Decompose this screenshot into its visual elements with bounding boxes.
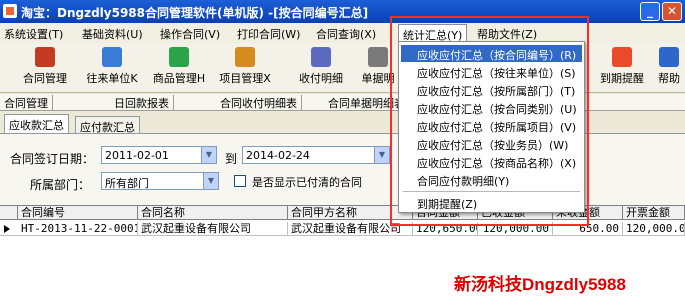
partner-unit-label: 往来单位K <box>86 72 138 85</box>
row-pointer-icon <box>4 225 10 233</box>
document-detail-icon <box>368 47 388 67</box>
watermark-text: 新汤科技Dngzdly5988 <box>454 275 626 294</box>
date-from-value: 2011-02-01 <box>105 149 169 162</box>
partner-unit-icon <box>102 47 122 67</box>
chevron-down-icon[interactable]: ▼ <box>201 147 216 163</box>
goods-manage-button[interactable]: 商品管理H <box>148 45 210 91</box>
chevron-down-icon[interactable]: ▼ <box>374 147 389 163</box>
payment-detail-label: 收付明细 <box>299 72 343 85</box>
goods-manage-label: 商品管理H <box>152 72 206 85</box>
chevron-down-icon[interactable]: ▼ <box>203 173 218 189</box>
col-invoice-amount[interactable]: 开票金额 <box>623 206 685 220</box>
close-button[interactable]: ✕ <box>662 2 682 21</box>
contract-manage-button[interactable]: 合同管理 <box>16 45 74 91</box>
app-icon <box>3 4 17 18</box>
partner-unit-button[interactable]: 往来单位K <box>82 45 142 91</box>
date-label: 合同签订日期： <box>10 152 95 166</box>
date-from-picker[interactable]: 2011-02-01 ▼ <box>101 146 217 164</box>
menu-contract-query[interactable]: 合同查询(X) <box>316 26 376 42</box>
contract-manage-label: 合同管理 <box>23 72 67 85</box>
cell-contract-no[interactable]: HT-2013-11-22-0001 <box>18 222 138 236</box>
project-manage-icon <box>235 47 255 67</box>
project-manage-label: 项目管理X <box>219 72 271 85</box>
menu-system-settings[interactable]: 系统设置(T) <box>4 26 63 42</box>
to-label: 到 <box>225 152 238 166</box>
help-icon <box>659 47 679 67</box>
project-manage-button[interactable]: 项目管理X <box>215 45 275 91</box>
help-label: 帮助 <box>658 72 680 85</box>
help-button[interactable]: 帮助 <box>654 45 684 91</box>
minimize-button[interactable]: _ <box>640 2 660 21</box>
page-tab-daily-payment-report[interactable]: 日回款报表 <box>110 95 174 110</box>
expiry-reminder-button[interactable]: 到期提醒 <box>598 45 646 91</box>
tab-receivable-summary[interactable]: 应收款汇总 <box>4 114 69 134</box>
show-paid-label: 是否显示已付清的合同 <box>252 176 362 189</box>
col-contract-name[interactable]: 合同名称 <box>138 206 288 220</box>
page-tab-contract-payment-detail[interactable]: 合同收付明细表 <box>216 95 302 110</box>
highlight-frame <box>390 16 589 226</box>
col-contract-no[interactable]: 合同编号 <box>18 206 138 220</box>
goods-manage-icon <box>169 47 189 67</box>
dept-value: 所有部门 <box>105 177 149 190</box>
payment-detail-button[interactable]: 收付明细 <box>293 45 349 91</box>
date-to-value: 2014-02-24 <box>246 149 310 162</box>
menu-operate-contract[interactable]: 操作合同(V) <box>160 26 220 42</box>
menu-print-contract[interactable]: 打印合同(W) <box>237 26 300 42</box>
show-paid-checkbox[interactable] <box>234 175 246 187</box>
cell-contract-name[interactable]: 武汉起重设备有限公司 <box>138 222 288 236</box>
cell-invoice-amount[interactable]: 120,000.00 <box>623 222 685 236</box>
dept-select[interactable]: 所有部门 ▼ <box>101 172 219 190</box>
grid-corner <box>0 206 18 220</box>
expiry-reminder-icon <box>612 47 632 67</box>
tab-payable-summary[interactable]: 应付款汇总 <box>75 116 140 134</box>
date-to-picker[interactable]: 2014-02-24 ▼ <box>242 146 390 164</box>
expiry-reminder-label: 到期提醒 <box>600 72 644 85</box>
page-tab-contract-manage[interactable]: 合同管理 <box>0 95 53 110</box>
menu-basic-data[interactable]: 基础资料(U) <box>82 26 143 42</box>
window-title: 淘宝：Dngzdly5988合同管理软件(单机版) -[按合同编号汇总] <box>21 6 369 20</box>
payment-detail-icon <box>311 47 331 67</box>
contract-manage-icon <box>35 47 55 67</box>
dept-label: 所属部门： <box>30 178 91 192</box>
